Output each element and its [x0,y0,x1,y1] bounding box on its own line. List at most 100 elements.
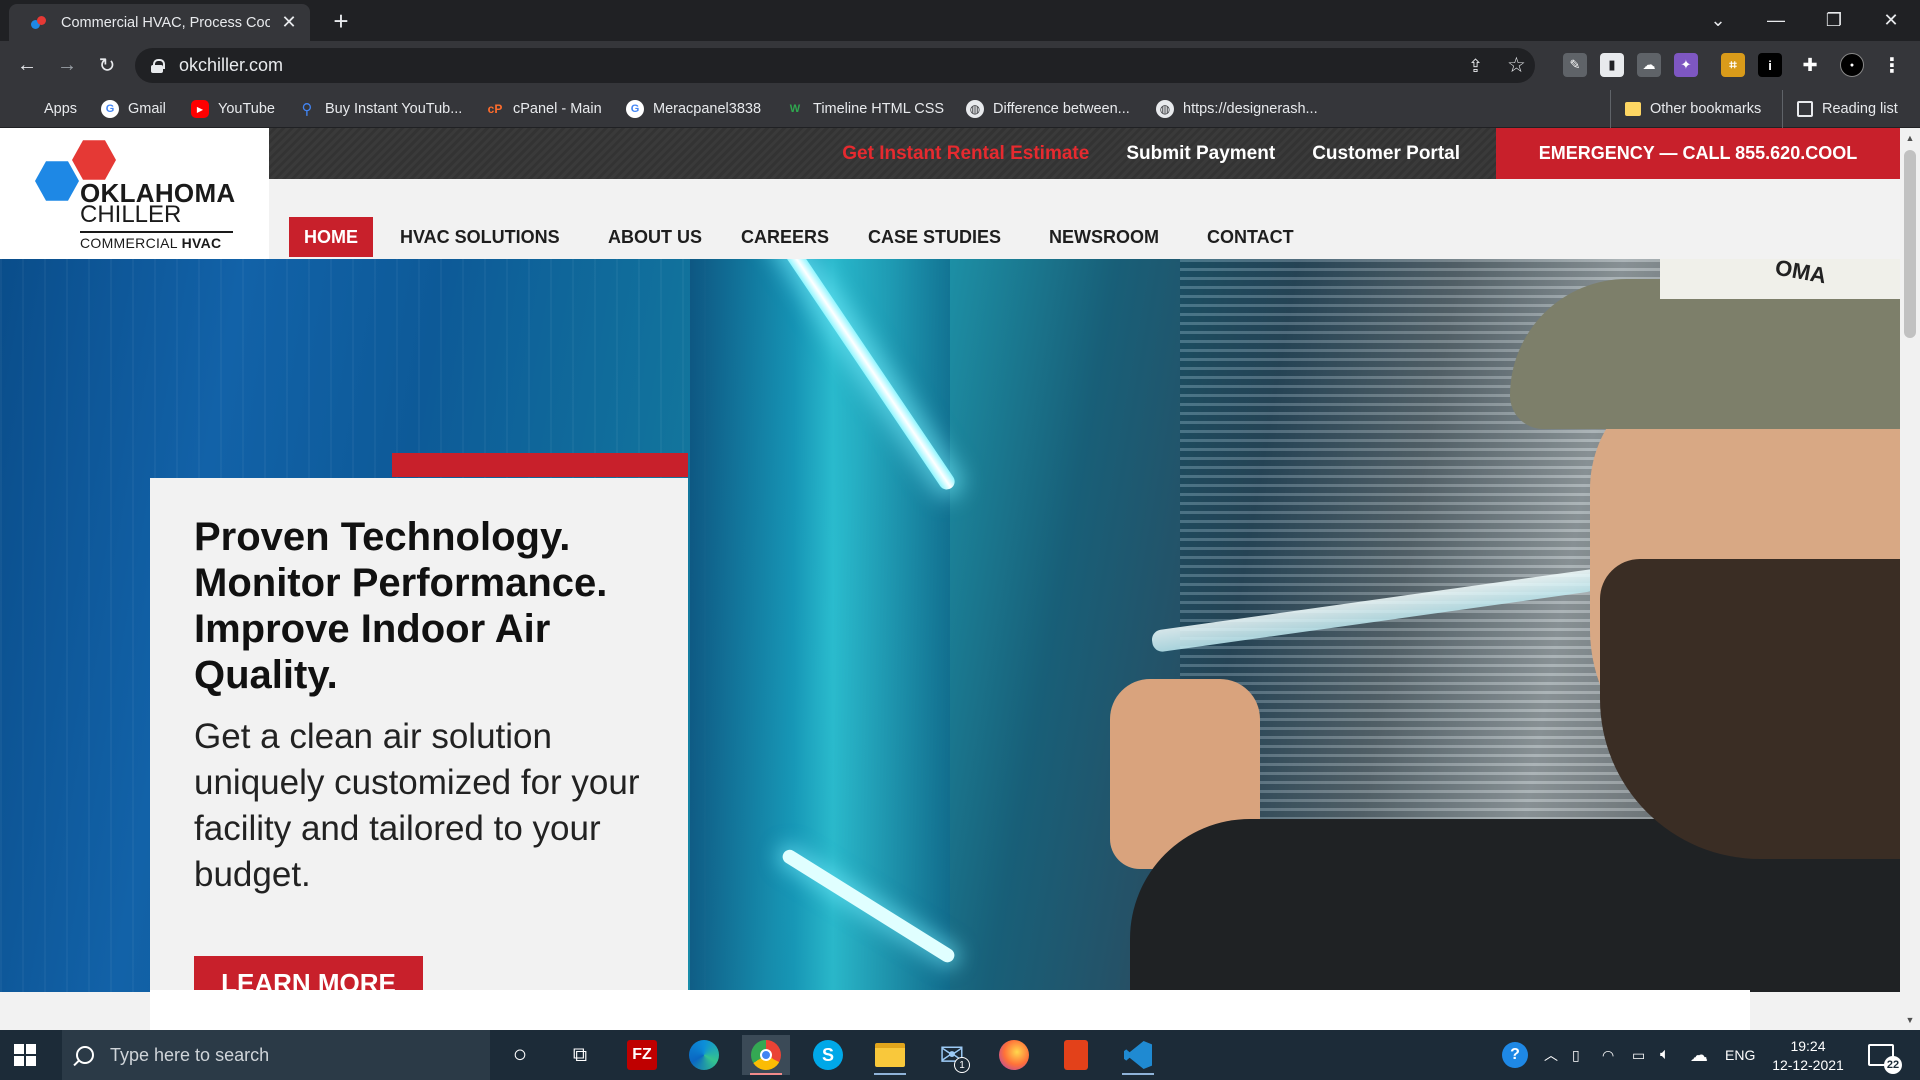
bookmark-apps[interactable]: Apps [19,90,77,128]
minimize-button[interactable]: — [1747,0,1805,41]
logo-hex-red-icon [72,140,116,180]
battery-icon[interactable]: ▭ [1632,1030,1645,1080]
device-icon[interactable]: ▯ [1572,1030,1580,1080]
chrome-menu-icon[interactable]: ⋮ [1880,53,1904,77]
hero-card-accent [392,453,688,477]
reading-list[interactable]: Reading list [1782,90,1898,128]
search-icon [76,1046,94,1064]
extensions-puzzle-icon[interactable]: ✚ [1798,53,1822,77]
restore-button[interactable]: ❐ [1805,0,1863,41]
bookmark-cpanel[interactable]: cP cPanel - Main [486,90,602,128]
language-indicator[interactable]: ENG [1725,1030,1755,1080]
windows-start-icon[interactable] [14,1044,36,1066]
search-icon: ⚲ [301,101,313,118]
site-logo[interactable]: OKLAHOMA CHILLER COMMERCIAL HVAC [0,128,269,259]
bookmark-label: Gmail [128,101,166,117]
clock-date: 12-12-2021 [1772,1057,1844,1073]
nav-hvac-solutions[interactable]: HVAC SOLUTIONS [385,217,575,257]
tab-search-icon[interactable]: ⌄ [1689,0,1747,41]
nav-case-studies[interactable]: CASE STUDIES [853,217,1016,257]
mail-badge: 1 [954,1057,970,1073]
extension-cloud-icon[interactable]: ☁ [1637,53,1661,77]
browser-toolbar: ← → ↻ okchiller.com ⇪ ☆ ✎ ▮ ☁ ✦ ⌗ i ✚ ● … [0,41,1920,90]
bookmark-designerash[interactable]: ◍ https://designerash... [1156,90,1318,128]
chrome-taskbar-icon[interactable] [742,1035,790,1075]
apps-grid-icon [19,101,35,117]
task-view-icon[interactable]: ⧉ [556,1035,604,1075]
system-clock[interactable]: 19:24 12-12-2021 [1768,1037,1848,1075]
volume-icon[interactable]: 🔈︎ [1660,1030,1670,1080]
help-icon[interactable]: ? [1502,1030,1528,1080]
back-button[interactable]: ← [11,49,43,81]
onedrive-icon[interactable]: ☁ [1690,1030,1708,1080]
firefox-icon[interactable] [990,1035,1038,1075]
technician-cap-shape [1510,279,1900,429]
lock-icon[interactable] [151,58,165,73]
nav-careers[interactable]: CAREERS [726,217,844,257]
bookmark-label: Buy Instant YouTub... [325,101,463,117]
scroll-up-icon[interactable]: ▲ [1900,130,1920,146]
bookmark-gmail[interactable]: G Gmail [101,90,166,128]
mail-icon[interactable]: ✉ 1 [928,1035,976,1075]
scroll-down-icon[interactable]: ▼ [1900,1012,1920,1028]
nav-home[interactable]: HOME [289,217,373,257]
filezilla-icon[interactable]: FZ [618,1035,666,1075]
other-bookmarks[interactable]: Other bookmarks [1610,90,1761,128]
forward-button[interactable]: → [51,49,83,81]
bookmark-buy-instant-youtube[interactable]: ⚲ Buy Instant YouTub... [298,90,463,128]
tab-close-icon[interactable]: ✕ [280,12,298,33]
extension-bookmark-icon[interactable]: ▮ [1600,53,1624,77]
bookmark-label: Apps [44,101,78,117]
site-favicon-icon [29,15,49,30]
rental-estimate-link[interactable]: Get Instant Rental Estimate [842,143,1089,165]
learn-more-button[interactable]: LEARN MORE [194,956,423,992]
close-window-button[interactable]: ✕ [1862,0,1920,41]
bookmark-label: YouTube [218,101,275,117]
page-scrollbar[interactable]: ▲ ▼ [1900,128,1920,1030]
url-text[interactable]: okchiller.com [179,55,283,76]
logo-tagline: COMMERCIAL HVAC [80,235,222,251]
show-hidden-icons-icon[interactable]: ︿ [1544,1030,1558,1080]
extension-info-icon[interactable]: i [1758,53,1782,77]
globe-icon: ◍ [1156,100,1174,118]
cortana-icon[interactable]: ○ [496,1035,544,1075]
logo-line-2: CHILLER [80,201,182,228]
google-icon: G [101,100,119,118]
bookmark-youtube[interactable]: ▶ YouTube [191,90,275,128]
nav-newsroom[interactable]: NEWSROOM [1034,217,1174,257]
profile-avatar-icon[interactable]: ● [1840,53,1864,77]
share-icon[interactable]: ⇪ [1468,56,1483,77]
file-explorer-icon[interactable] [866,1035,914,1075]
notification-count: 22 [1884,1056,1902,1074]
emergency-call-button[interactable]: EMERGENCY — CALL 855.620.COOL [1496,128,1900,179]
extension-capture-icon[interactable]: ⌗ [1721,53,1745,77]
address-bar[interactable]: okchiller.com ⇪ ☆ [135,48,1535,83]
bookmark-timeline-html-css[interactable]: W Timeline HTML CSS [786,90,944,128]
bookmark-meracpanel[interactable]: G Meracpanel3838 [626,90,761,128]
edge-icon[interactable] [680,1035,728,1075]
cpanel-icon: cP [487,102,503,116]
skype-icon[interactable]: S [804,1035,852,1075]
new-tab-button[interactable]: + [326,6,356,37]
submit-payment-link[interactable]: Submit Payment [1126,143,1275,165]
notification-center-icon[interactable]: 22 [1868,1030,1902,1080]
vscode-icon[interactable] [1114,1035,1162,1075]
wifi-icon[interactable]: ◠ [1602,1030,1614,1080]
main-navigation: HOME HVAC SOLUTIONS ABOUT US CAREERS CAS… [269,179,1900,259]
extension-pen-icon[interactable]: ✎ [1563,53,1587,77]
taskbar-search[interactable]: Type here to search [62,1030,490,1080]
tab-title: Commercial HVAC, Process Cooli [61,14,270,31]
nav-about-us[interactable]: ABOUT US [593,217,717,257]
reload-button[interactable]: ↻ [91,49,123,81]
office-icon[interactable] [1052,1035,1100,1075]
extension-feather-icon[interactable]: ✦ [1674,53,1698,77]
bookmark-star-icon[interactable]: ☆ [1507,53,1526,78]
bookmarks-bar: Apps G Gmail ▶ YouTube ⚲ Buy Instant You… [0,90,1920,128]
bookmark-difference-between[interactable]: ◍ Difference between... [966,90,1130,128]
scroll-thumb[interactable] [1904,150,1916,338]
customer-portal-link[interactable]: Customer Portal [1312,143,1460,165]
nav-contact[interactable]: CONTACT [1192,217,1309,257]
browser-tab[interactable]: Commercial HVAC, Process Cooli ✕ [9,4,310,41]
utility-bar: Get Instant Rental Estimate Submit Payme… [269,128,1496,179]
browser-tab-strip: Commercial HVAC, Process Cooli ✕ + ⌄ — ❐… [0,0,1920,41]
